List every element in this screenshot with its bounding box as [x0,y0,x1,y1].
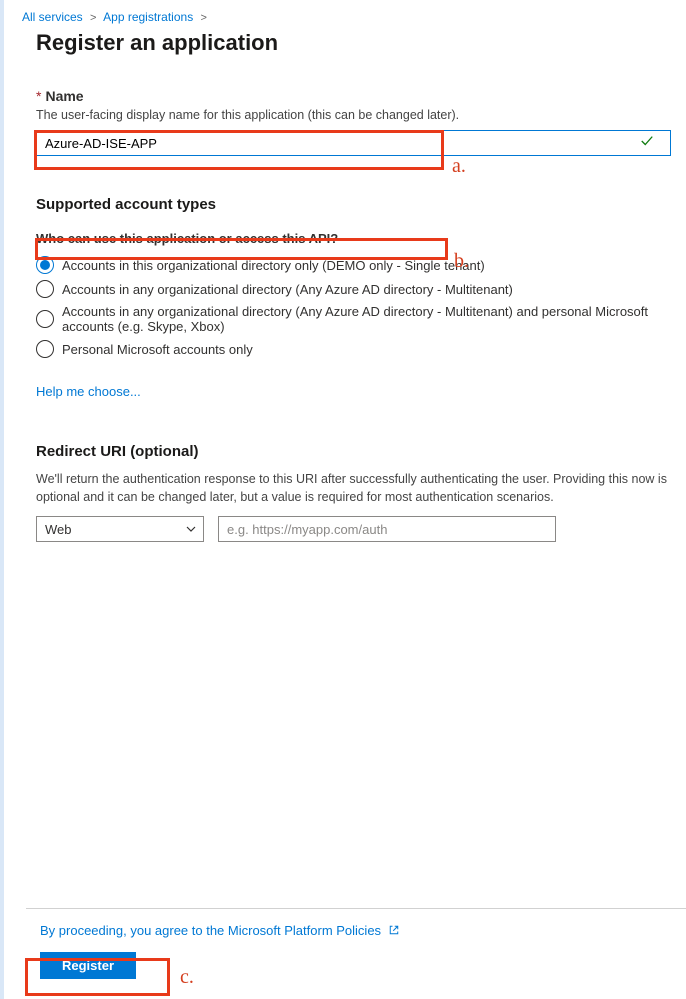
redirect-uri-input[interactable] [218,516,556,542]
breadcrumb-app-registrations[interactable]: App registrations [103,10,193,24]
required-star-icon: * [36,88,41,104]
account-type-option-0[interactable]: Accounts in this organizational director… [36,256,668,274]
platform-policies-link[interactable]: By proceeding, you agree to the Microsof… [40,923,381,938]
platform-select-value: Web [45,522,72,537]
radio-icon [36,256,54,274]
account-types-heading: Supported account types [36,196,668,213]
policy-agreement-line: By proceeding, you agree to the Microsof… [40,923,686,938]
account-types-question: Who can use this application or access t… [36,231,668,246]
help-me-choose-link[interactable]: Help me choose... [36,384,141,399]
redirect-uri-description: We'll return the authentication response… [36,470,668,506]
register-button[interactable]: Register [40,952,136,979]
chevron-down-icon [185,523,197,535]
annotation-label-c: c. [180,966,194,989]
radio-icon [36,280,54,298]
page-title: Register an application [36,30,668,56]
radio-icon [36,310,54,328]
redirect-uri-heading: Redirect URI (optional) [36,443,668,460]
account-type-option-2[interactable]: Accounts in any organizational directory… [36,304,668,334]
radio-label: Accounts in any organizational directory… [62,304,668,334]
breadcrumb-separator-icon: > [201,12,207,24]
annotation-label-b: b. [454,250,469,273]
name-label-text: Name [45,88,83,104]
annotation-label-a: a. [452,155,466,178]
breadcrumb-all-services[interactable]: All services [22,10,83,24]
platform-select[interactable]: Web [36,516,204,542]
radio-icon [36,340,54,358]
breadcrumb: All services > App registrations > [22,10,668,24]
radio-label: Personal Microsoft accounts only [62,342,253,357]
name-field-hint: The user-facing display name for this ap… [36,108,668,122]
account-type-option-1[interactable]: Accounts in any organizational directory… [36,280,668,298]
breadcrumb-separator-icon: > [90,12,96,24]
footer: By proceeding, you agree to the Microsof… [26,908,686,999]
name-input[interactable] [36,130,671,156]
checkmark-icon [640,134,654,151]
account-type-option-3[interactable]: Personal Microsoft accounts only [36,340,668,358]
external-link-icon [388,924,400,936]
radio-label: Accounts in any organizational directory… [62,282,513,297]
radio-label: Accounts in this organizational director… [62,258,485,273]
name-field-label: *Name [36,88,668,104]
